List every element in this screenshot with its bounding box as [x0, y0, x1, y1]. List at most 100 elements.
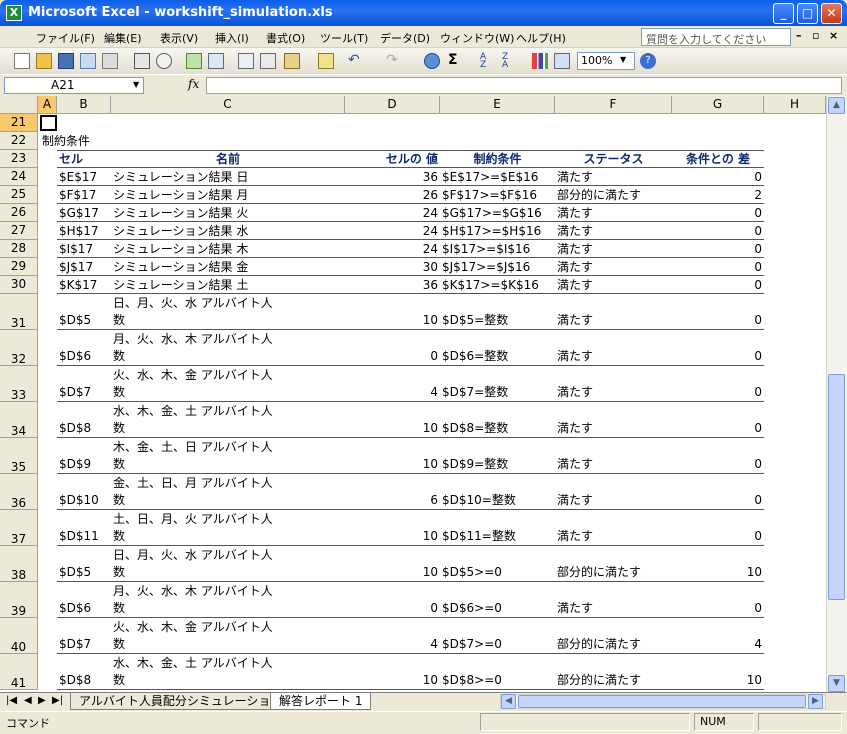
row-header-37[interactable]: 37	[0, 510, 38, 546]
scroll-up-icon[interactable]: ▲	[828, 97, 845, 114]
cell-g35[interactable]: 0	[674, 456, 762, 472]
cell-b37[interactable]: $D$11	[59, 528, 109, 544]
horizontal-scroll-thumb[interactable]	[518, 695, 806, 708]
column-header-c[interactable]: C	[111, 96, 345, 114]
cell-g37[interactable]: 0	[674, 528, 762, 544]
print-preview-icon[interactable]	[156, 53, 172, 69]
column-header-g[interactable]: G	[672, 96, 764, 114]
copy-icon[interactable]	[260, 53, 276, 69]
cell-g41[interactable]: 10	[674, 672, 762, 688]
row-header-39[interactable]: 39	[0, 582, 38, 618]
cell-d39[interactable]: 0	[347, 600, 438, 616]
cell-e33[interactable]: $D$7=整数	[442, 384, 553, 400]
formula-input[interactable]	[206, 77, 842, 94]
new-icon[interactable]	[14, 53, 30, 69]
scroll-right-icon[interactable]: ▶	[808, 694, 823, 709]
help-icon[interactable]: ?	[640, 53, 656, 69]
cell-g24[interactable]: 0	[674, 169, 762, 185]
cell-g33[interactable]: 0	[674, 384, 762, 400]
cell-d25[interactable]: 26	[347, 187, 438, 203]
worksheet-grid[interactable]: ABCDEFGH 21 22 23 24 25 26 27 28 29 30 31 32 33 34 35 3…	[0, 96, 826, 692]
cell-g34[interactable]: 0	[674, 420, 762, 436]
cell-b40[interactable]: $D$7	[59, 636, 109, 652]
spelling-icon[interactable]	[186, 53, 202, 69]
cell-f31[interactable]: 満たす	[557, 312, 670, 328]
cell-d27[interactable]: 24	[347, 223, 438, 239]
menu-insert[interactable]: 挿入(I)	[215, 30, 249, 46]
row-header-40[interactable]: 40	[0, 618, 38, 654]
cell-e32[interactable]: $D$6=整数	[442, 348, 553, 364]
next-sheet-icon[interactable]: ▶	[38, 695, 46, 706]
menu-window[interactable]: ウィンドウ(W)	[440, 30, 514, 46]
paste-icon[interactable]	[284, 53, 300, 69]
cell-g36[interactable]: 0	[674, 492, 762, 508]
doc-restore-button[interactable]: ▫	[812, 29, 819, 42]
cell-g32[interactable]: 0	[674, 348, 762, 364]
row-header-25[interactable]: 25	[0, 186, 38, 204]
cell-g40[interactable]: 4	[674, 636, 762, 652]
cell-b29[interactable]: $J$17	[59, 259, 109, 275]
cell-c40[interactable]: 火、水、木、金 アルバイト人数	[113, 619, 273, 653]
cell-c31[interactable]: 日、月、火、水 アルバイト人数	[113, 295, 273, 329]
cell-e24[interactable]: $E$17>=$E$16	[442, 169, 553, 185]
redo-icon[interactable]: ↷	[386, 53, 402, 69]
cell-c24[interactable]: シミュレーション結果 日	[113, 169, 343, 185]
cell-f25[interactable]: 部分的に満たす	[557, 187, 670, 203]
row-header-27[interactable]: 27	[0, 222, 38, 240]
cell-d33[interactable]: 4	[347, 384, 438, 400]
column-label-6[interactable]: 条件との 差	[674, 151, 762, 167]
cell-e37[interactable]: $D$11=整数	[442, 528, 553, 544]
cell-d28[interactable]: 24	[347, 241, 438, 257]
cell-b35[interactable]: $D$9	[59, 456, 109, 472]
cell-b38[interactable]: $D$5	[59, 564, 109, 580]
cell-e35[interactable]: $D$9=整数	[442, 456, 553, 472]
menu-help[interactable]: ヘルプ(H)	[516, 30, 566, 46]
cell-d38[interactable]: 10	[347, 564, 438, 580]
cell-f34[interactable]: 満たす	[557, 420, 670, 436]
sheet-tab-simulation[interactable]: アルバイト人員配分シミュレーション	[70, 693, 292, 710]
cell-f41[interactable]: 部分的に満たす	[557, 672, 670, 688]
minimize-button[interactable]: _	[773, 3, 794, 24]
scroll-down-icon[interactable]: ▼	[828, 675, 845, 692]
cell-g29[interactable]: 0	[674, 259, 762, 275]
cell-e41[interactable]: $D$8>=0	[442, 672, 553, 688]
cell-g39[interactable]: 0	[674, 600, 762, 616]
cell-c26[interactable]: シミュレーション結果 火	[113, 205, 343, 221]
report-section-title[interactable]: 制約条件	[42, 133, 122, 149]
cell-d41[interactable]: 10	[347, 672, 438, 688]
cell-f37[interactable]: 満たす	[557, 528, 670, 544]
row-header-23[interactable]: 23	[0, 150, 38, 168]
cell-b27[interactable]: $H$17	[59, 223, 109, 239]
cell-f39[interactable]: 満たす	[557, 600, 670, 616]
menu-edit[interactable]: 編集(E)	[104, 30, 142, 46]
first-sheet-icon[interactable]: |◀	[6, 695, 17, 706]
cell-g30[interactable]: 0	[674, 277, 762, 293]
cell-c37[interactable]: 土、日、月、火 アルバイト人数	[113, 511, 273, 545]
cell-b36[interactable]: $D$10	[59, 492, 109, 508]
permission-icon[interactable]	[80, 53, 96, 69]
maximize-button[interactable]: □	[797, 3, 818, 24]
research-icon[interactable]	[208, 53, 224, 69]
format-painter-icon[interactable]	[318, 53, 334, 69]
cell-b34[interactable]: $D$8	[59, 420, 109, 436]
cell-f29[interactable]: 満たす	[557, 259, 670, 275]
cell-f33[interactable]: 満たす	[557, 384, 670, 400]
cell-f30[interactable]: 満たす	[557, 277, 670, 293]
cell-c29[interactable]: シミュレーション結果 金	[113, 259, 343, 275]
column-header-b[interactable]: B	[57, 96, 111, 114]
name-box[interactable]: A21	[4, 77, 144, 94]
cell-d40[interactable]: 4	[347, 636, 438, 652]
cell-b26[interactable]: $G$17	[59, 205, 109, 221]
cell-f24[interactable]: 満たす	[557, 169, 670, 185]
row-header-26[interactable]: 26	[0, 204, 38, 222]
cell-d32[interactable]: 0	[347, 348, 438, 364]
cell-c39[interactable]: 月、火、水、木 アルバイト人数	[113, 583, 273, 617]
column-label-5[interactable]: ステータス	[557, 151, 670, 167]
cell-b41[interactable]: $D$8	[59, 672, 109, 688]
menu-format[interactable]: 書式(O)	[266, 30, 305, 46]
cell-f40[interactable]: 部分的に満たす	[557, 636, 670, 652]
cell-g26[interactable]: 0	[674, 205, 762, 221]
cell-c28[interactable]: シミュレーション結果 木	[113, 241, 343, 257]
cell-f38[interactable]: 部分的に満たす	[557, 564, 670, 580]
doc-close-button[interactable]: ×	[829, 29, 838, 42]
